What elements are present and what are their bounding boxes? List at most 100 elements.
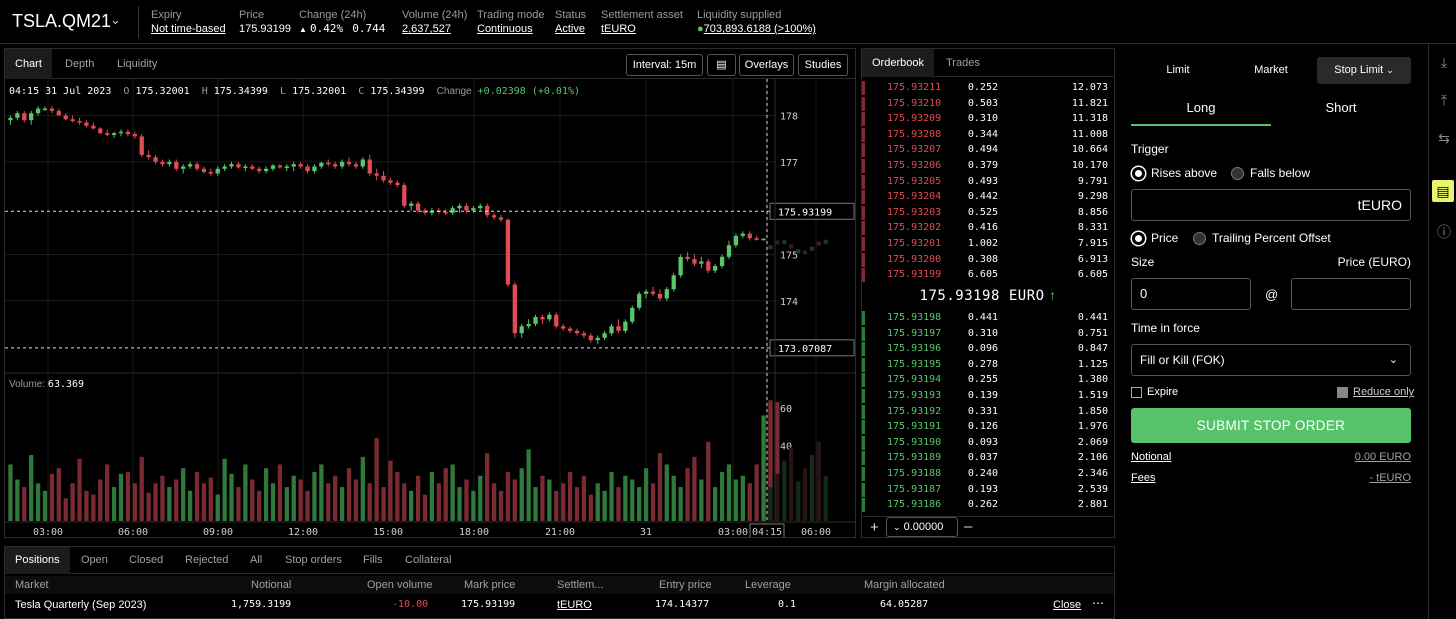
col-leverage[interactable]: Leverage [745, 579, 791, 591]
falls-below-radio[interactable] [1231, 167, 1244, 180]
ask-row[interactable]: 175.93203 0.525 8.856 [862, 205, 1114, 221]
chart-canvas[interactable]: 1781771751746040175.93199173.0708703:00 0… [5, 49, 855, 537]
col-market[interactable]: Market [15, 579, 49, 591]
arrow-up-icon: ↑ [1048, 287, 1057, 303]
ask-row[interactable]: 175.93210 0.503 11.821 [862, 96, 1114, 112]
side-long[interactable]: Long [1131, 98, 1271, 126]
order-type-market[interactable]: Market [1225, 57, 1317, 84]
volume-bar-ghost [775, 473, 780, 521]
ask-row[interactable]: 175.93199 6.605 6.605 [862, 267, 1114, 283]
chevron-down-icon[interactable]: ⌄ [110, 12, 121, 28]
col-mark-price[interactable]: Mark price [464, 579, 515, 591]
ask-row[interactable]: 175.93206 0.379 10.170 [862, 158, 1114, 174]
bid-row[interactable]: 175.93195 0.278 1.125 [862, 357, 1114, 373]
trailing-offset-radio[interactable] [1193, 232, 1206, 245]
bid-row[interactable]: 175.93187 0.193 2.539 [862, 482, 1114, 498]
tab-orderbook[interactable]: Orderbook [862, 49, 934, 77]
rises-above-radio[interactable] [1132, 167, 1145, 180]
more-options-icon[interactable]: ⋯ [1092, 596, 1104, 610]
price-option-label[interactable]: Price [1151, 231, 1178, 245]
tab-positions[interactable]: Positions [5, 547, 70, 574]
tab-fills[interactable]: Fills [353, 547, 393, 574]
trigger-input[interactable]: tEURO [1131, 189, 1411, 221]
ask-row[interactable]: 175.93202 0.416 8.331 [862, 220, 1114, 236]
ask-row[interactable]: 175.93205 0.493 9.791 [862, 174, 1114, 190]
info-icon[interactable]: ⓘ [1436, 222, 1452, 242]
expire-label[interactable]: Expire [1147, 386, 1178, 398]
tab-rejected[interactable]: Rejected [175, 547, 238, 574]
col-settlement[interactable]: Settlem... [557, 579, 603, 591]
col-open-volume[interactable]: Open volume [367, 579, 432, 591]
transfer-icon[interactable]: ⇆ [1436, 130, 1452, 147]
order-type-limit[interactable]: Limit [1131, 57, 1225, 84]
submit-stop-order-button[interactable]: SUBMIT STOP ORDER [1131, 408, 1411, 443]
price-input[interactable] [1291, 278, 1411, 310]
bid-row[interactable]: 175.93189 0.037 2.106 [862, 450, 1114, 466]
stat-value[interactable]: ●703,893.6188 (>100%) [697, 22, 816, 36]
ask-row[interactable]: 175.93204 0.442 9.298 [862, 189, 1114, 205]
ask-row[interactable]: 175.93201 1.002 7.915 [862, 236, 1114, 252]
plus-icon[interactable]: + [870, 519, 879, 536]
expire-checkbox[interactable] [1131, 387, 1142, 398]
tab-all[interactable]: All [240, 547, 272, 574]
market-selector[interactable]: TSLA.QM21 [12, 11, 111, 32]
tab-open[interactable]: Open [71, 547, 118, 574]
volume-bar-ghost [823, 475, 828, 521]
bid-row[interactable]: 175.93198 0.441 0.441 [862, 310, 1114, 326]
ask-row[interactable]: 175.93208 0.344 11.008 [862, 127, 1114, 143]
falls-below-label[interactable]: Falls below [1250, 166, 1310, 180]
reduce-only-label[interactable]: Reduce only [1353, 386, 1414, 398]
candle-body [402, 185, 407, 206]
tab-stop-orders[interactable]: Stop orders [275, 547, 352, 574]
bid-row[interactable]: 175.93190 0.093 2.069 [862, 435, 1114, 451]
order-type-stop-limit[interactable]: Stop Limit ⌄ [1317, 57, 1411, 84]
minus-icon[interactable]: – [964, 518, 972, 535]
withdraw-icon[interactable]: ⤒ [1436, 92, 1452, 109]
bid-price: 175.93197 [887, 327, 942, 339]
fees-label[interactable]: Fees [1131, 472, 1155, 484]
volume-bar [174, 479, 179, 521]
candle-body [595, 337, 600, 341]
close-position-button[interactable]: Close [1053, 599, 1081, 611]
stat-value[interactable]: Continuous [477, 22, 544, 36]
bid-row[interactable]: 175.93192 0.331 1.850 [862, 404, 1114, 420]
notional-label[interactable]: Notional [1131, 451, 1171, 463]
ask-price: 175.93207 [887, 144, 942, 156]
bid-row[interactable]: 175.93197 0.310 0.751 [862, 326, 1114, 342]
tab-collateral[interactable]: Collateral [395, 547, 461, 574]
trailing-offset-label[interactable]: Trailing Percent Offset [1212, 231, 1331, 245]
ask-row[interactable]: 175.93211 0.252 12.073 [862, 80, 1114, 96]
liquidity-value[interactable]: 703,893.6188 (>100%) [704, 23, 816, 35]
table-row[interactable]: Tesla Quarterly (Sep 2023) 1,759.3199 -1… [5, 596, 1114, 614]
deposit-icon[interactable]: ⤓ [1436, 54, 1452, 71]
bid-row[interactable]: 175.93188 0.240 2.346 [862, 466, 1114, 482]
reduce-only-checkbox[interactable] [1337, 387, 1348, 398]
ask-row[interactable]: 175.93200 0.308 6.913 [862, 252, 1114, 268]
tab-trades[interactable]: Trades [936, 49, 990, 77]
position-settlement[interactable]: tEURO [557, 599, 592, 611]
side-short[interactable]: Short [1271, 98, 1411, 126]
time-in-force-select[interactable]: Fill or Kill (FOK) ⌄ [1131, 344, 1411, 376]
order-ticket-icon[interactable]: ▤ [1432, 180, 1454, 202]
col-margin-allocated[interactable]: Margin allocated [864, 579, 945, 591]
ask-row[interactable]: 175.93209 0.310 11.318 [862, 111, 1114, 127]
bid-row[interactable]: 175.93186 0.262 2.801 [862, 497, 1114, 513]
stat-value[interactable]: Not time-based [151, 22, 226, 36]
bid-row[interactable]: 175.93191 0.126 1.976 [862, 419, 1114, 435]
stat-value[interactable]: 2,637,527 [402, 22, 467, 36]
volume-bar [436, 483, 441, 521]
price-radio[interactable] [1132, 232, 1145, 245]
stat-value[interactable]: Active [555, 22, 586, 36]
bid-row[interactable]: 175.93193 0.139 1.519 [862, 388, 1114, 404]
resolution-select[interactable]: ⌄ 0.00000 [886, 517, 958, 537]
fees-value: - tEURO [1369, 472, 1411, 484]
ask-row[interactable]: 175.93207 0.494 10.664 [862, 142, 1114, 158]
bid-row[interactable]: 175.93194 0.255 1.380 [862, 372, 1114, 388]
size-input[interactable]: 0 [1131, 278, 1251, 310]
stat-value[interactable]: tEURO [601, 22, 683, 36]
bid-row[interactable]: 175.93196 0.096 0.847 [862, 341, 1114, 357]
rises-above-label[interactable]: Rises above [1151, 166, 1217, 180]
col-entry-price[interactable]: Entry price [659, 579, 712, 591]
col-notional[interactable]: Notional [251, 579, 291, 591]
tab-closed[interactable]: Closed [119, 547, 173, 574]
